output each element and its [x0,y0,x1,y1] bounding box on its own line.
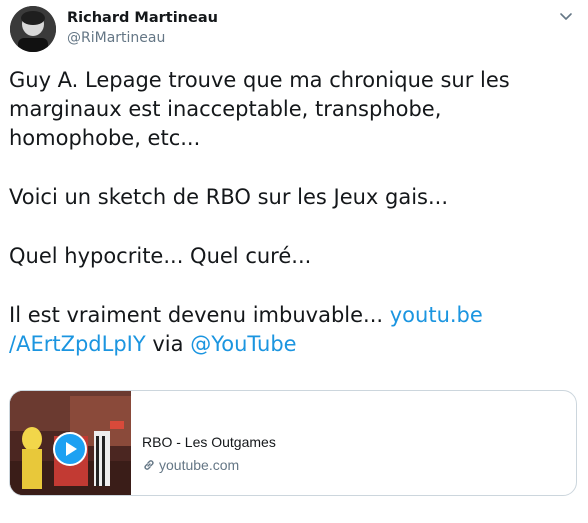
card-title: RBO - Les Outgames [142,434,276,450]
tweet-paragraph: Guy A. Lepage trouve que ma chronique su… [9,68,510,150]
chevron-down-icon[interactable] [556,6,576,26]
via-text: via [152,332,184,356]
tweet-text: Guy A. Lepage trouve que ma chronique su… [9,66,579,359]
youtube-mention[interactable]: @YouTube [190,332,296,356]
video-thumbnail[interactable] [10,391,131,495]
card-domain-text: youtube.com [159,457,240,473]
tweet-paragraph: Voici un sketch de RBO sur les Jeux gais… [9,185,449,209]
play-icon[interactable] [53,432,87,466]
tweet-paragraph: Quel hypocrite... Quel curé... [9,244,312,268]
avatar-image [10,6,56,52]
tweet-text-span: Il est vraiment devenu imbuvable... [9,303,384,327]
link-card[interactable]: RBO - Les Outgames youtube.com [9,390,577,496]
link-icon [144,460,154,470]
card-domain: youtube.com [142,457,239,473]
author-handle[interactable]: @RiMartineau [67,30,165,46]
tweet-paragraph: Il est vraiment devenu imbuvable... yout… [9,301,579,359]
author-name[interactable]: Richard Martineau [67,10,218,26]
avatar[interactable] [10,6,56,52]
